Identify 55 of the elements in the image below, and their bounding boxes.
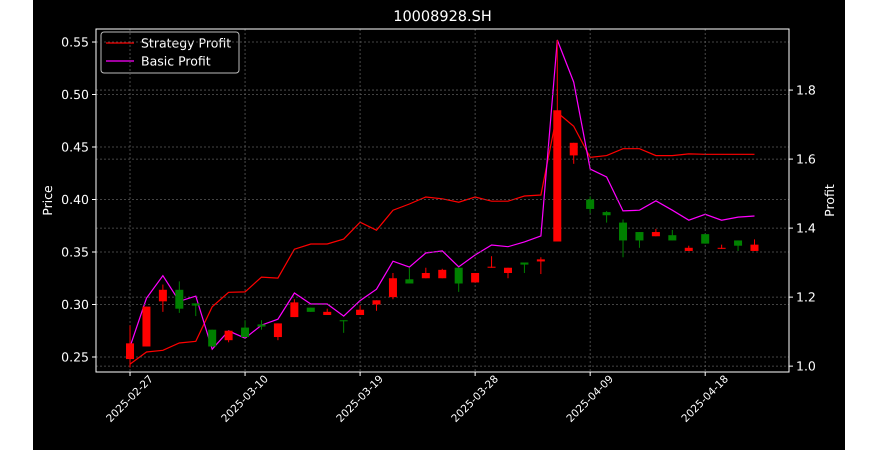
candlestick [388,272,397,300]
candlestick [208,329,216,347]
candlestick [536,256,545,275]
y-tick-label: 0.40 [61,192,89,207]
axis-title: Price [40,185,55,216]
y-tick-label: 0.30 [61,297,89,312]
candlestick [734,240,742,252]
legend-label: Strategy Profit [141,36,232,50]
candlestick [586,196,594,214]
candlestick [438,268,446,279]
candlestick [405,267,414,284]
y-tick-label: 0.35 [61,244,89,260]
y-tick-label: 0.55 [61,34,89,50]
y-tick-label: 0.25 [61,349,89,364]
candlestick [520,262,528,274]
candlestick [323,308,332,316]
candlestick [668,229,676,241]
candlestick [471,272,480,283]
candlestick [602,210,611,224]
candlestick [224,330,233,343]
candlestick [701,234,710,244]
candlestick [652,228,660,237]
y-tick-label: 1.0 [796,358,816,374]
candlestick [684,245,693,252]
candlestick [274,322,282,341]
candlestick [241,320,250,338]
candlestick [257,320,266,330]
candlestick [192,302,200,317]
chart-title: 10008928.SH [393,9,492,25]
candlestick [504,267,512,279]
y-tick-label: 1.6 [796,152,816,167]
candlestick [142,306,150,347]
candlestick [340,320,348,334]
candlestick [718,244,726,250]
candlestick [126,325,134,368]
candlestick [488,256,496,268]
candlestick [356,305,364,316]
y-tick-label: 0.50 [61,87,89,102]
y-tick-label: 0.45 [61,140,89,154]
candlestick [570,142,578,164]
legend-label: Basic Profit [141,54,211,68]
y-tick-label: 1.2 [796,290,816,305]
candlestick [158,284,167,312]
candlestick [306,307,315,312]
candlestick [372,300,381,312]
y-tick-label: 1.8 [796,82,816,98]
candlestick [175,280,184,314]
candlestick [635,232,644,248]
y-tick-label: 1.4 [796,220,816,236]
axis-title: Profit [822,184,837,217]
candlestick [619,218,628,258]
candlestick [454,267,463,292]
candlestick [750,238,758,252]
candlestick [422,267,430,279]
candlestick [290,298,298,318]
